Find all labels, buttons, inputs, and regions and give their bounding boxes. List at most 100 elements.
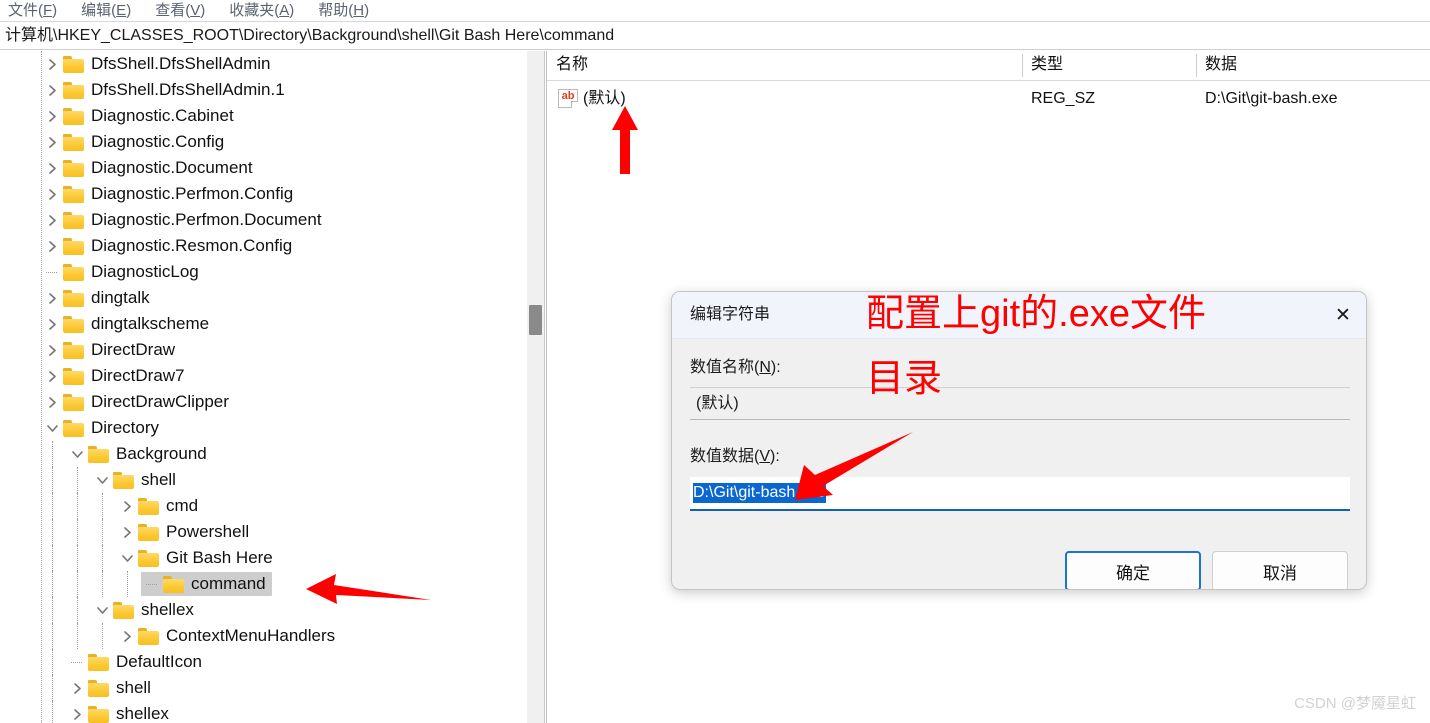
menu-item-favorites[interactable]: 收藏夹(A): [229, 0, 294, 21]
tree-item-hit[interactable]: shell: [91, 468, 182, 492]
tree-item-diagnostic-cabinet[interactable]: Diagnostic.Cabinet: [0, 103, 527, 129]
chevron-right-icon[interactable]: [41, 365, 63, 387]
tree-item-diagnostic-config[interactable]: Diagnostic.Config: [0, 129, 527, 155]
tree-item-hit[interactable]: DirectDraw7: [41, 364, 191, 388]
tree-item-hit[interactable]: Diagnostic.Perfmon.Document: [41, 208, 328, 232]
tree-item-command[interactable]: command: [0, 571, 527, 597]
tree-item-hit[interactable]: Background: [66, 442, 213, 466]
chevron-right-icon[interactable]: [66, 703, 88, 723]
tree-item-dfsshell-dfsshelladmin[interactable]: DfsShell.DfsShellAdmin: [0, 51, 527, 77]
tree-item-diagnosticlog[interactable]: DiagnosticLog: [0, 259, 527, 285]
tree-item-hit[interactable]: Git Bash Here: [116, 546, 279, 570]
chevron-right-icon[interactable]: [41, 53, 63, 75]
chevron-right-icon[interactable]: [116, 625, 138, 647]
value-type-cell: REG_SZ: [1031, 90, 1096, 107]
chevron-down-icon[interactable]: [91, 469, 113, 491]
column-header-name[interactable]: 名称: [547, 51, 1022, 80]
tree-item-directdrawclipper[interactable]: DirectDrawClipper: [0, 389, 527, 415]
table-row[interactable]: ab (默认) REG_SZ D:\Git\git-bash.exe: [547, 85, 1430, 113]
tree-item-directdraw7[interactable]: DirectDraw7: [0, 363, 527, 389]
value-name-input[interactable]: (默认): [690, 387, 1350, 420]
tree-item-hit[interactable]: Diagnostic.Resmon.Config: [41, 234, 298, 258]
menu-item-view[interactable]: 查看(V): [155, 0, 205, 21]
tree-item-shellex[interactable]: shellex: [0, 597, 527, 623]
tree-item-hit[interactable]: cmd: [116, 494, 204, 518]
tree-item-directdraw[interactable]: DirectDraw: [0, 337, 527, 363]
tree-item-diagnostic-perfmon-document[interactable]: Diagnostic.Perfmon.Document: [0, 207, 527, 233]
tree-item-shell[interactable]: shell: [0, 467, 527, 493]
tree-item-shell[interactable]: shell: [0, 675, 527, 701]
tree-item-diagnostic-resmon-config[interactable]: Diagnostic.Resmon.Config: [0, 233, 527, 259]
tree-item-hit[interactable]: dingtalkscheme: [41, 312, 215, 336]
annotation-note-line2: 目录: [866, 358, 943, 400]
tree-item-contextmenuhandlers[interactable]: ContextMenuHandlers: [0, 623, 527, 649]
tree-item-hit[interactable]: Diagnostic.Cabinet: [41, 104, 240, 128]
tree-item-hit[interactable]: Powershell: [116, 520, 255, 544]
column-header-type[interactable]: 类型: [1022, 51, 1196, 80]
tree-item-diagnostic-perfmon-config[interactable]: Diagnostic.Perfmon.Config: [0, 181, 527, 207]
tree-item-dingtalk[interactable]: dingtalk: [0, 285, 527, 311]
tree-item-dingtalkscheme[interactable]: dingtalkscheme: [0, 311, 527, 337]
registry-key-tree[interactable]: DfsShell.DfsShellAdmin DfsShell.DfsShellA…: [0, 51, 527, 723]
tree-item-hit[interactable]: shell: [66, 676, 157, 700]
address-bar[interactable]: 计算机\HKEY_CLASSES_ROOT\Directory\Backgrou…: [0, 21, 1430, 50]
tree-item-hit[interactable]: Diagnostic.Config: [41, 130, 230, 154]
tree-vertical-scrollbar[interactable]: [527, 51, 544, 723]
tree-item-hit[interactable]: ContextMenuHandlers: [116, 624, 341, 648]
tree-item-hit[interactable]: dingtalk: [41, 286, 156, 310]
chevron-right-icon[interactable]: [41, 105, 63, 127]
chevron-right-icon[interactable]: [41, 235, 63, 257]
ok-button[interactable]: 确定: [1065, 551, 1201, 589]
tree-item-hit[interactable]: DfsShell.DfsShellAdmin: [41, 52, 277, 76]
tree-item-background[interactable]: Background: [0, 441, 527, 467]
tree-scrollbar-thumb[interactable]: [529, 305, 542, 335]
string-value-icon: ab: [558, 89, 578, 108]
menu-item-help[interactable]: 帮助(H): [318, 0, 369, 21]
chevron-right-icon[interactable]: [41, 391, 63, 413]
chevron-right-icon[interactable]: [41, 183, 63, 205]
tree-item-shellex[interactable]: shellex: [0, 701, 527, 723]
menu-item-edit[interactable]: 编辑(E): [81, 0, 131, 21]
chevron-right-icon[interactable]: [41, 339, 63, 361]
tree-item-hit[interactable]: Diagnostic.Document: [41, 156, 259, 180]
chevron-right-icon[interactable]: [116, 521, 138, 543]
chevron-right-icon[interactable]: [41, 209, 63, 231]
folder-icon: [113, 601, 134, 619]
chevron-right-icon[interactable]: [41, 131, 63, 153]
tree-item-hit[interactable]: DiagnosticLog: [41, 260, 205, 284]
menu-item-file[interactable]: 文件(F): [8, 0, 57, 21]
chevron-down-icon[interactable]: [66, 443, 88, 465]
tree-item-label: Diagnostic.Resmon.Config: [91, 236, 293, 255]
tree-item-powershell[interactable]: Powershell: [0, 519, 527, 545]
chevron-right-icon[interactable]: [41, 313, 63, 335]
chevron-down-icon[interactable]: [116, 547, 138, 569]
tree-item-dfsshell-dfsshelladmin-1[interactable]: DfsShell.DfsShellAdmin.1: [0, 77, 527, 103]
tree-item-hit[interactable]: Diagnostic.Perfmon.Config: [41, 182, 299, 206]
chevron-down-icon[interactable]: [41, 417, 63, 439]
value-data-input[interactable]: D:\Git\git-bash.exe: [690, 477, 1350, 511]
tree-item-hit[interactable]: command: [141, 572, 272, 596]
tree-item-git-bash-here[interactable]: Git Bash Here: [0, 545, 527, 571]
close-icon[interactable]: ✕: [1320, 292, 1366, 338]
tree-item-hit[interactable]: DirectDrawClipper: [41, 390, 235, 414]
chevron-right-icon[interactable]: [41, 157, 63, 179]
tree-item-directory[interactable]: Directory: [0, 415, 527, 441]
chevron-right-icon[interactable]: [41, 287, 63, 309]
chevron-right-icon[interactable]: [41, 79, 63, 101]
tree-item-defaulticon[interactable]: DefaultIcon: [0, 649, 527, 675]
column-header-data[interactable]: 数据: [1196, 51, 1430, 80]
chevron-down-icon[interactable]: [91, 599, 113, 621]
tree-item-hit[interactable]: DirectDraw: [41, 338, 181, 362]
tree-item-cmd[interactable]: cmd: [0, 493, 527, 519]
chevron-right-icon[interactable]: [66, 677, 88, 699]
tree-item-label: DirectDraw: [91, 340, 176, 359]
tree-item-hit[interactable]: shellex: [91, 598, 200, 622]
tree-item-diagnostic-document[interactable]: Diagnostic.Document: [0, 155, 527, 181]
tree-item-label: dingtalk: [91, 288, 150, 307]
tree-item-hit[interactable]: shellex: [66, 702, 175, 723]
tree-item-hit[interactable]: DefaultIcon: [66, 650, 208, 674]
tree-item-hit[interactable]: DfsShell.DfsShellAdmin.1: [41, 78, 291, 102]
tree-item-hit[interactable]: Directory: [41, 416, 165, 440]
chevron-right-icon[interactable]: [116, 495, 138, 517]
cancel-button[interactable]: 取消: [1212, 551, 1348, 589]
